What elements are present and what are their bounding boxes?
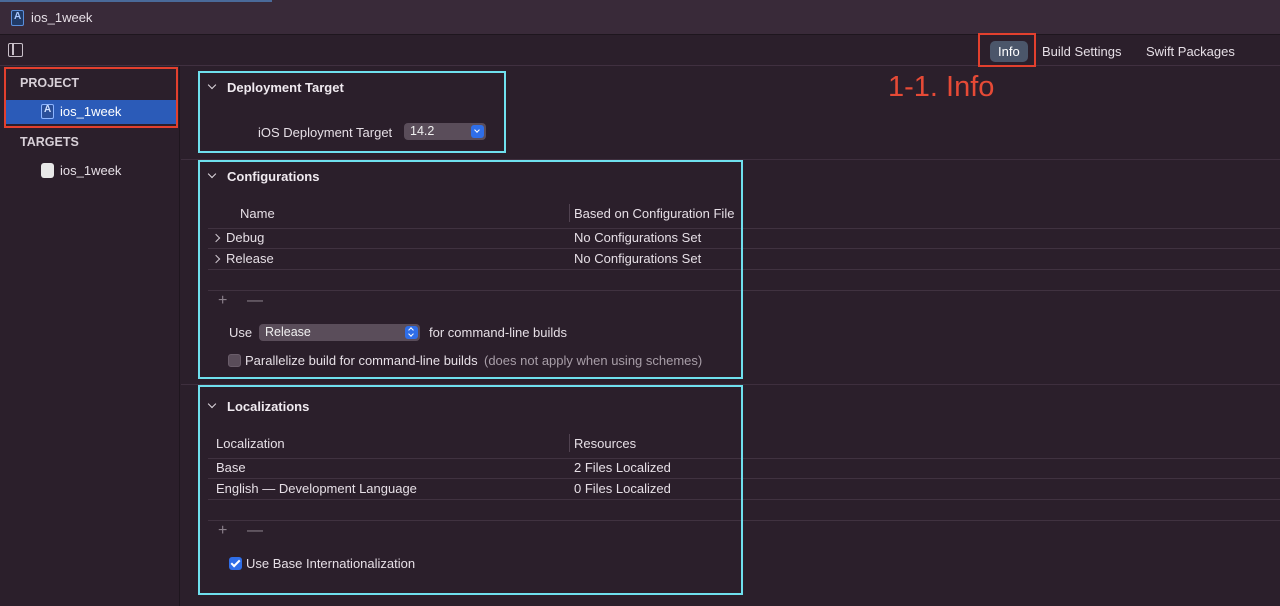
window-title: ios_1week <box>31 10 93 25</box>
configurations-highlight <box>198 160 743 379</box>
project-file-icon <box>11 10 24 26</box>
project-navigator-sidebar: PROJECT ios_1week TARGETS ios_1week <box>0 66 180 606</box>
tab-swift-packages[interactable]: Swift Packages <box>1138 41 1243 62</box>
project-highlight <box>4 67 178 128</box>
editor-toolbar: Info Build Settings Swift Packages <box>0 35 1280 66</box>
sidebar-toggle-icon[interactable] <box>8 43 23 57</box>
info-tab-highlight <box>978 33 1036 67</box>
deployment-target-highlight <box>198 71 506 153</box>
tab-build-settings[interactable]: Build Settings <box>1034 41 1130 62</box>
title-bar: ios_1week <box>0 0 1280 35</box>
sidebar-item-target[interactable]: ios_1week <box>4 159 176 183</box>
sidebar-item-label: ios_1week <box>60 163 122 178</box>
targets-section-header: TARGETS <box>20 135 79 149</box>
active-tab-indicator <box>0 0 272 2</box>
info-annotation-label: 1-1. Info <box>888 71 995 103</box>
localizations-highlight <box>198 385 743 595</box>
app-target-icon <box>41 163 54 178</box>
